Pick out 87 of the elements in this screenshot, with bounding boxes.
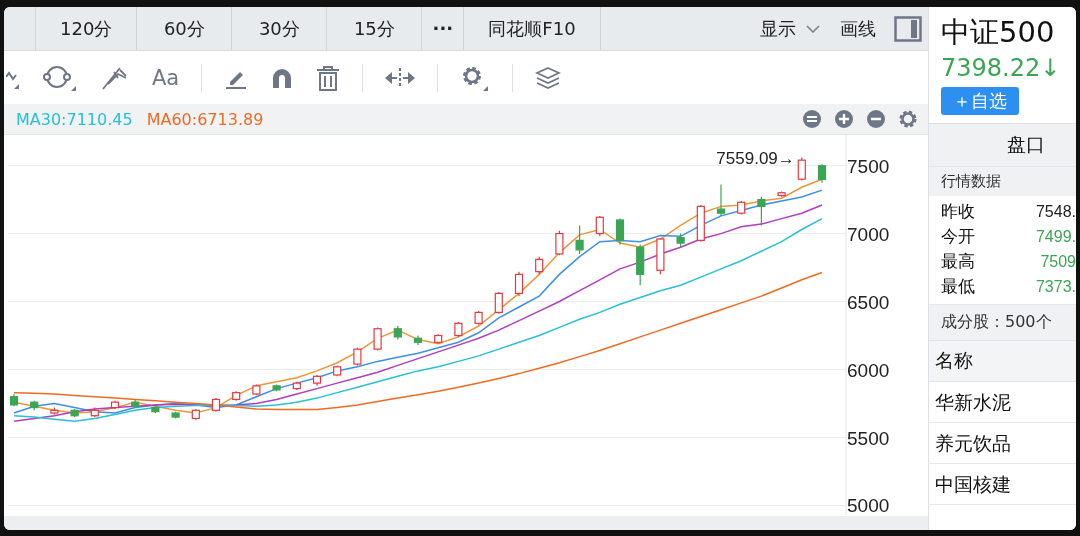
candlestick (737, 200, 746, 216)
candlestick (110, 400, 120, 410)
candlestick (292, 381, 301, 391)
candlestick (474, 310, 483, 326)
text-tool[interactable]: Aa (152, 65, 180, 90)
candlestick (615, 218, 625, 246)
candlestick (272, 383, 281, 392)
axis-tick-label: 6500 (847, 291, 890, 313)
index-title: 中证500 (941, 14, 1056, 51)
zoom-out-icon[interactable] (866, 109, 886, 129)
period-tab[interactable]: ··· (422, 7, 465, 50)
axis-tick-label: 7000 (847, 223, 890, 245)
candlestick (535, 256, 544, 275)
constituents-count: 成分股：500个 (929, 304, 1076, 340)
settings-icon[interactable] (898, 109, 918, 129)
candlestick (353, 347, 362, 367)
candlestick (514, 271, 524, 297)
stat-label: 今开 (941, 225, 975, 248)
candlestick (70, 408, 79, 418)
candlestick (797, 156, 806, 182)
section-title: 行情数据 (929, 166, 1076, 196)
candlestick (232, 390, 241, 402)
axis-tick-label: 5500 (847, 427, 890, 449)
period-tab[interactable]: 30分 (232, 7, 328, 50)
candlestick (636, 243, 645, 286)
panel-header: 盘口 (929, 123, 1076, 166)
stat-value: 7373. (1035, 277, 1076, 296)
axis-tick-label: 7500 (847, 155, 890, 177)
period-tab[interactable]: 120分 (36, 7, 138, 50)
stock-row[interactable]: 养元饮品 (929, 423, 1076, 464)
candlestick (413, 334, 423, 346)
scrollbar-track[interactable] (4, 516, 928, 530)
stat-label: 最低 (941, 275, 975, 298)
candlestick (494, 291, 503, 315)
candlestick (312, 374, 322, 387)
stat-value: 7509 (1040, 252, 1076, 271)
candlestick (191, 408, 200, 421)
moving-average-value: MA30:7110.45 (16, 109, 133, 129)
candlestick (575, 224, 584, 255)
candlestick (595, 215, 604, 237)
candlestick (757, 196, 766, 226)
column-header: 名称 (935, 348, 973, 373)
split-arrows-icon[interactable] (385, 66, 416, 89)
candlestick (656, 237, 665, 275)
candlestick (151, 405, 160, 414)
layers-icon[interactable] (535, 65, 562, 90)
candlestick (50, 407, 59, 415)
candlestick (373, 326, 382, 352)
chevron-down-icon (806, 24, 820, 33)
draw-lines-button[interactable]: 画线 (830, 7, 886, 50)
candlestick (90, 407, 99, 418)
candlestick (454, 321, 463, 338)
display-dropdown[interactable]: 显示 (750, 7, 830, 50)
candlestick (333, 364, 342, 377)
stat-label: 昨收 (941, 200, 975, 223)
candlestick (555, 230, 564, 256)
stat-label: 最高 (941, 250, 975, 273)
axis-tick-label: 6000 (847, 359, 890, 381)
candlestick (434, 333, 443, 345)
stock-row[interactable]: 华新水泥 (929, 382, 1076, 423)
high-price-annotation: 7559.09→ (716, 148, 795, 168)
candlestick (696, 204, 705, 243)
candlestick (211, 397, 221, 413)
candlestick (171, 411, 180, 420)
trash-icon[interactable] (316, 64, 341, 91)
period-tab[interactable]: 15分 (327, 7, 423, 50)
panel-toggle-icon[interactable] (894, 15, 922, 42)
stat-value: 7499. (1035, 227, 1076, 246)
stock-row[interactable]: 中国核建 (929, 464, 1076, 505)
candlestick (817, 163, 827, 184)
moving-average-value: MA60:6713.89 (146, 109, 264, 129)
period-tab[interactable]: 同花顺F10 (464, 7, 601, 50)
period-tab[interactable]: 60分 (137, 7, 233, 50)
candlestick (716, 184, 726, 217)
candlestick (676, 232, 685, 248)
candlestick (9, 393, 19, 407)
zoom-in-icon[interactable] (834, 109, 854, 129)
candlestick (252, 383, 261, 396)
axis-tick-label: 5000 (847, 495, 890, 515)
candlestick (30, 400, 39, 411)
index-price: 7398.22↓ (941, 53, 1062, 84)
equal-circle-icon[interactable] (802, 109, 822, 129)
candlestick (777, 190, 786, 198)
candlestick (131, 398, 140, 409)
circle-handles-icon[interactable] (42, 63, 78, 92)
stat-value: 7548. (1035, 202, 1076, 221)
candlestick (393, 325, 402, 341)
